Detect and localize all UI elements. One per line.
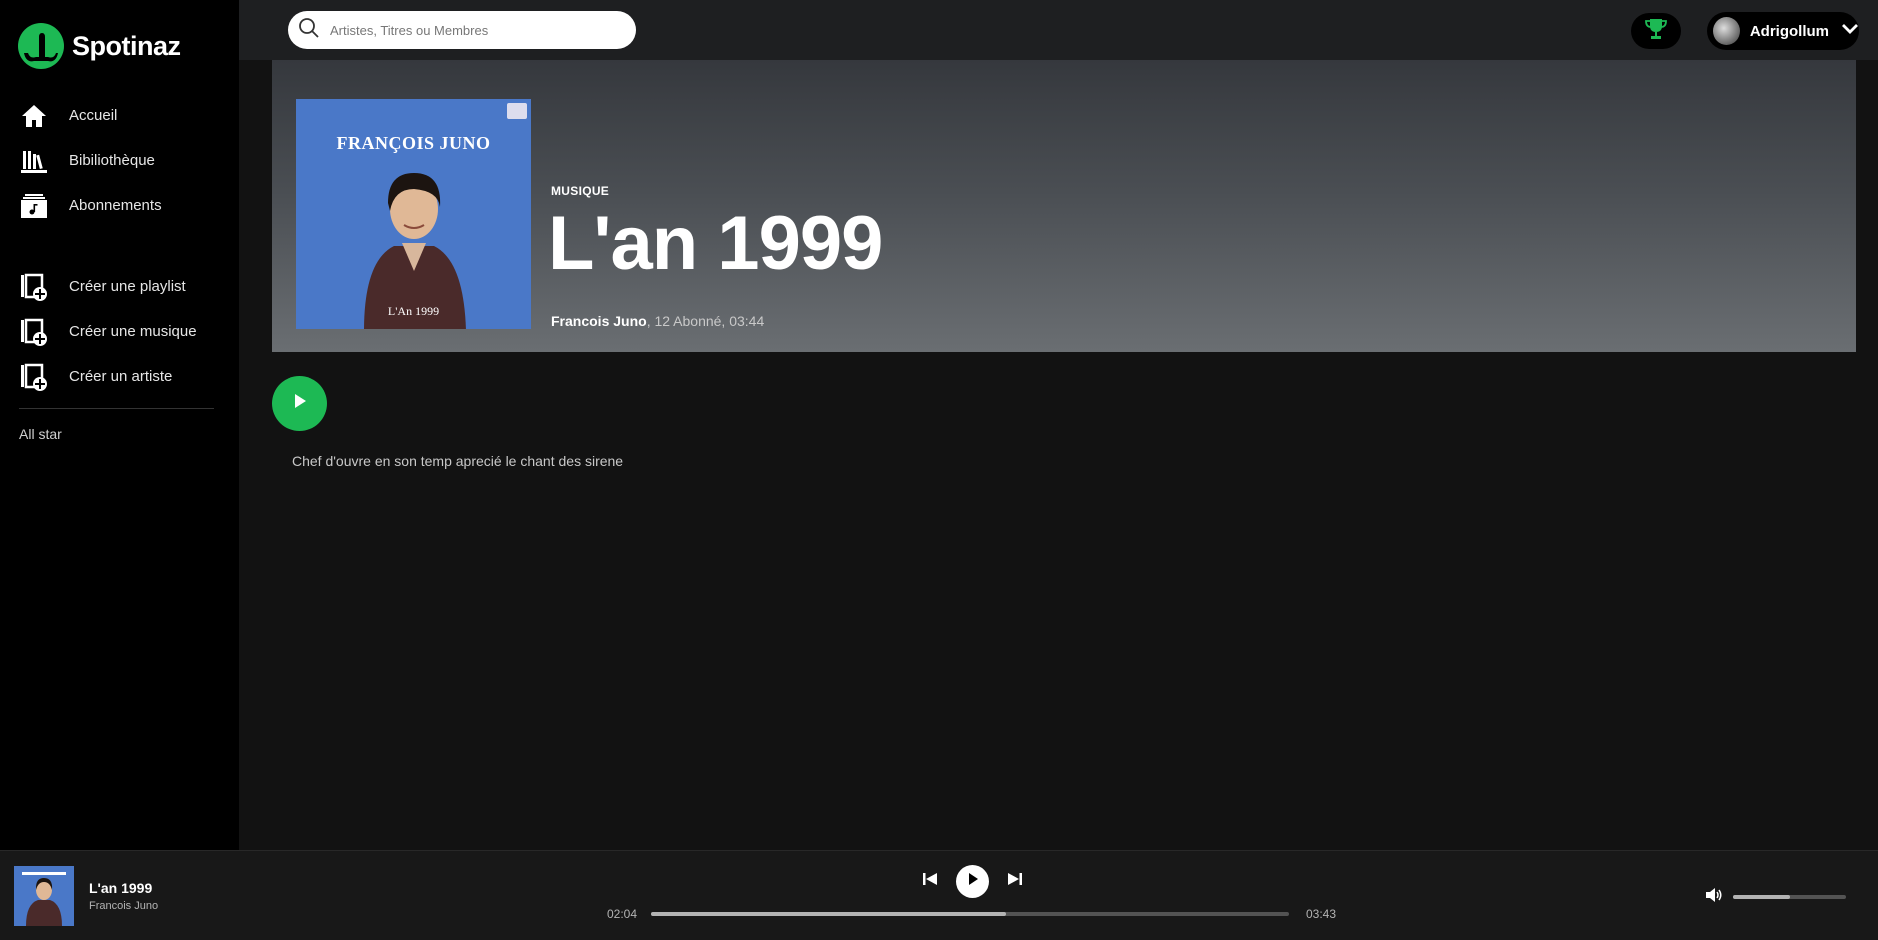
track-title: L'an 1999 <box>548 201 883 286</box>
play-icon <box>967 872 979 891</box>
track-meta: Francois Juno, 12 Abonné, 03:44 <box>551 313 764 329</box>
sidebar-divider <box>19 408 214 409</box>
add-music-icon <box>19 317 49 347</box>
search-bar[interactable] <box>288 11 636 49</box>
create-music-item[interactable]: Créer une musique <box>0 309 239 354</box>
track-description: Chef d'ouvre en son temp aprecié le chan… <box>292 453 624 469</box>
player-bar: L'an 1999 Francois Juno 02:04 03:43 <box>0 850 1878 940</box>
chevron-down-icon <box>1841 22 1859 40</box>
now-playing-artist[interactable]: Francois Juno <box>89 900 158 912</box>
add-playlist-icon <box>19 272 49 302</box>
play-button[interactable] <box>272 376 327 431</box>
now-playing-cover[interactable] <box>14 866 74 926</box>
track-header: FRANÇOIS JUNO L'An 1999 MUSIQUE L'an 199… <box>272 60 1856 352</box>
previous-icon[interactable] <box>922 871 938 892</box>
nav-label: Créer un artiste <box>69 368 173 385</box>
nav-label: Accueil <box>69 107 118 124</box>
cover-label-badge <box>507 103 527 119</box>
track-type: MUSIQUE <box>551 184 610 198</box>
create-playlist-item[interactable]: Créer une playlist <box>0 264 239 309</box>
cover-portrait <box>364 173 466 329</box>
main-nav: Accueil Bibiliothèque Abonnements <box>0 93 239 228</box>
nav-item-abonnements[interactable]: Abonnements <box>0 183 239 228</box>
player-play-button[interactable] <box>956 865 989 898</box>
track-stats: , 12 Abonné, 03:44 <box>646 313 765 329</box>
next-icon[interactable] <box>1007 871 1023 892</box>
create-nav: Créer une playlist Créer une musique Cré… <box>0 264 239 399</box>
volume-slider[interactable] <box>1733 895 1846 899</box>
now-playing-title[interactable]: L'an 1999 <box>89 880 152 896</box>
library-icon <box>19 146 49 176</box>
progress-bar[interactable] <box>651 912 1289 916</box>
user-menu-button[interactable]: Adrigollum <box>1707 12 1859 50</box>
nav-label: Abonnements <box>69 197 162 214</box>
playback-controls <box>922 865 1023 898</box>
nav-label: Créer une playlist <box>69 278 186 295</box>
volume-icon[interactable] <box>1705 887 1723 908</box>
current-time: 02:04 <box>607 907 638 921</box>
progress-fill <box>651 912 1007 916</box>
trophy-icon <box>1645 17 1667 46</box>
logo-icon <box>18 23 64 69</box>
track-cover: FRANÇOIS JUNO L'An 1999 <box>296 99 531 329</box>
track-artist-link[interactable]: Francois Juno <box>551 313 647 329</box>
nav-item-bibliotheque[interactable]: Bibiliothèque <box>0 138 239 183</box>
nav-item-accueil[interactable]: Accueil <box>0 93 239 138</box>
volume-fill <box>1733 895 1790 899</box>
nav-label: Bibiliothèque <box>69 152 155 169</box>
nav-label: Créer une musique <box>69 323 197 340</box>
cover-subtitle: L'An 1999 <box>387 304 440 318</box>
topbar: Adrigollum <box>239 0 1878 60</box>
play-icon <box>292 392 308 415</box>
sidebar: Spotinaz Accueil Bibiliothèque Abonnemen… <box>0 0 239 850</box>
avatar <box>1713 17 1740 45</box>
username: Adrigollum <box>1749 22 1829 40</box>
subscriptions-icon <box>19 191 49 221</box>
trophy-button[interactable] <box>1631 13 1681 49</box>
now-playing-cover-art <box>14 866 74 926</box>
create-artist-item[interactable]: Créer un artiste <box>0 354 239 399</box>
logo[interactable]: Spotinaz <box>18 23 181 69</box>
total-time: 03:43 <box>1306 907 1337 921</box>
playlist-item[interactable]: All star <box>19 426 62 442</box>
home-icon <box>19 101 49 131</box>
add-artist-icon <box>19 362 49 392</box>
app-name: Spotinaz <box>72 30 181 61</box>
search-input[interactable] <box>330 22 620 38</box>
search-icon <box>298 17 320 44</box>
